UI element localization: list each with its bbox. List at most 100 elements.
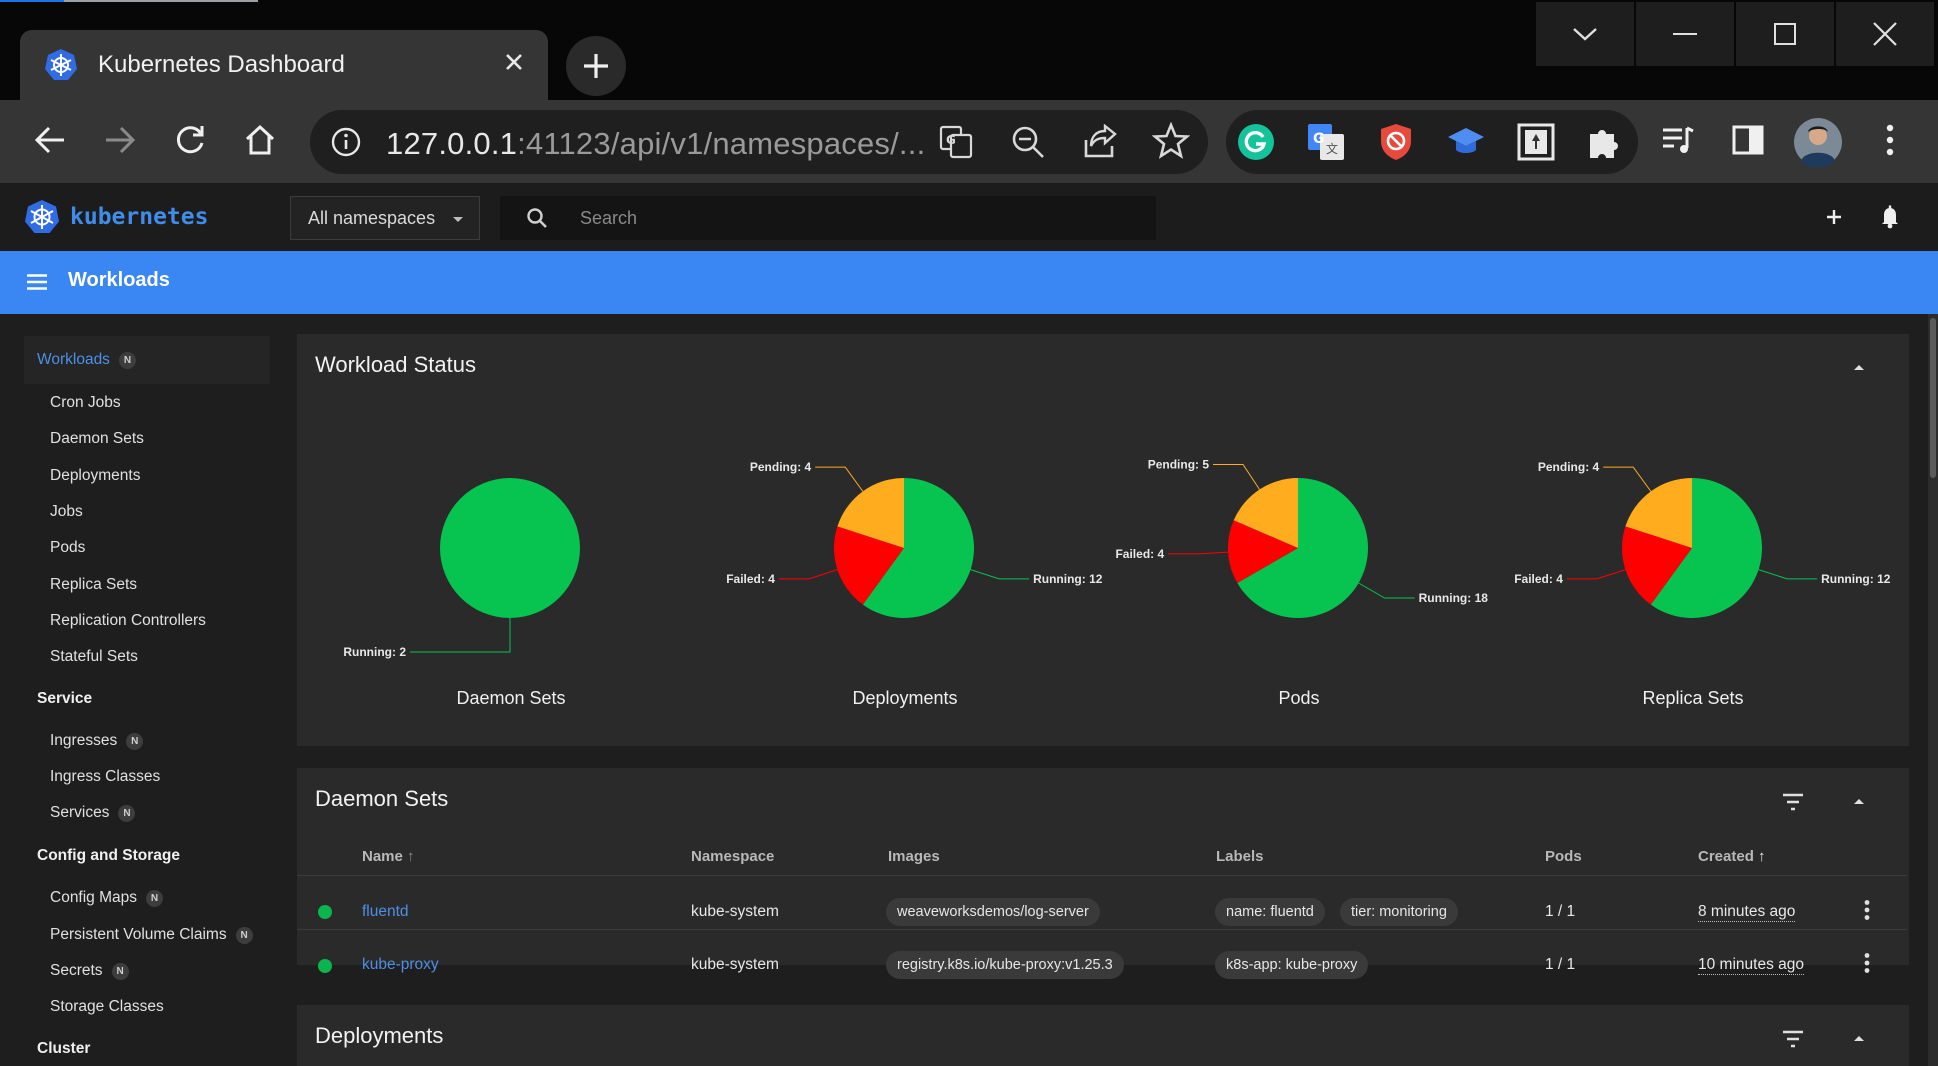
sidebar-item-deployments[interactable]: Deployments	[50, 467, 140, 485]
sidebar-item-label: Config Maps	[50, 889, 138, 906]
column-header-label: Created	[1698, 848, 1754, 865]
column-header-label: Name	[362, 848, 403, 865]
column-header-created[interactable]: Created ↑	[1698, 848, 1766, 865]
browser-tab[interactable]: Kubernetes Dashboard	[20, 30, 548, 100]
url-text[interactable]: 127.0.0.1:41123/api/v1/namespaces/...	[386, 126, 925, 162]
graduation-cap-icon[interactable]	[1446, 122, 1486, 162]
namespace-select-value: All namespaces	[308, 208, 436, 228]
portrait-mode-icon[interactable]	[1516, 122, 1556, 162]
sidebar-item-daemon-sets[interactable]: Daemon Sets	[50, 430, 144, 448]
browser-toolbar: 127.0.0.1:41123/api/v1/namespaces/... G …	[0, 100, 1938, 183]
browser-menu-button[interactable]	[1868, 118, 1912, 162]
minimize-button[interactable]	[1636, 2, 1734, 66]
sidebar-item-ingress-classes[interactable]: Ingress Classes	[50, 768, 160, 786]
plus-icon	[1827, 210, 1841, 224]
created-time-cell[interactable]: 8 minutes ago	[1698, 903, 1796, 922]
sidebar-item-ingresses[interactable]: Ingresses N	[50, 732, 144, 750]
sidebar-section-cluster[interactable]: Cluster	[37, 1040, 90, 1058]
sidebar-item-jobs[interactable]: Jobs	[50, 503, 83, 521]
column-header-name[interactable]: Name ↑	[362, 848, 415, 865]
page-scrollbar[interactable]	[1928, 314, 1938, 1066]
pie-label-replica-sets-failed: Failed: 4	[1514, 572, 1563, 586]
sidebar-item-replication-controllers[interactable]: Replication Controllers	[50, 612, 206, 630]
maximize-button[interactable]	[1736, 2, 1834, 66]
share-icon[interactable]	[1082, 124, 1118, 160]
daemon-set-name-link[interactable]: kube-proxy	[362, 956, 439, 974]
row-actions-button[interactable]	[1863, 952, 1871, 974]
namespace-select[interactable]: All namespaces	[290, 196, 480, 240]
filter-button[interactable]	[1781, 1029, 1805, 1049]
pie-caption-deployments: Deployments	[852, 688, 958, 708]
namespace-cell: kube-system	[691, 903, 779, 920]
column-header-labels[interactable]: Labels	[1216, 848, 1264, 865]
grammarly-icon[interactable]	[1236, 122, 1276, 162]
sidebar-section-service[interactable]: Service	[37, 690, 92, 708]
collapse-card-button[interactable]	[1849, 792, 1869, 812]
home-button[interactable]	[238, 118, 282, 162]
row-actions-button[interactable]	[1863, 899, 1871, 921]
svg-text:文: 文	[1326, 141, 1338, 156]
created-time-cell[interactable]: 10 minutes ago	[1698, 956, 1804, 975]
filter-button[interactable]	[1781, 792, 1805, 812]
dropdown-arrow-icon	[453, 217, 463, 222]
pie-leader-line-replica-sets-failed	[1566, 569, 1626, 580]
sidebar-item-pods[interactable]: Pods	[50, 539, 85, 557]
sidebar-item-persistent-volume-claims[interactable]: Persistent Volume Claims N	[50, 926, 253, 944]
deployments-card: Deployments	[297, 1005, 1909, 1066]
reload-button[interactable]	[168, 118, 212, 162]
scrollbar-thumb[interactable]	[1930, 318, 1936, 478]
site-info-icon[interactable]	[330, 126, 362, 158]
close-window-button[interactable]	[1836, 2, 1934, 66]
sidebar-item-secrets[interactable]: Secrets N	[50, 962, 129, 980]
shield-block-icon[interactable]	[1376, 122, 1416, 162]
extensions-puzzle-icon[interactable]	[1584, 122, 1624, 162]
column-header-namespace[interactable]: Namespace	[691, 848, 774, 865]
profile-avatar[interactable]	[1792, 116, 1844, 168]
tab-search-button[interactable]	[1536, 2, 1634, 66]
chevron-down-icon	[1573, 28, 1597, 41]
sidebar-item-cron-jobs[interactable]: Cron Jobs	[50, 394, 121, 412]
address-bar[interactable]: 127.0.0.1:41123/api/v1/namespaces/... G	[310, 110, 1208, 174]
namespaced-badge: N	[118, 804, 136, 822]
bookmark-star-icon[interactable]	[1152, 122, 1190, 160]
pie-label-replica-sets-pending: Pending: 4	[1538, 460, 1600, 474]
back-button[interactable]	[28, 118, 72, 162]
daemon-sets-card: Daemon Sets Name ↑ Namespace Images Labe…	[297, 768, 1909, 979]
collapse-card-button[interactable]	[1849, 1029, 1869, 1049]
google-translate-icon[interactable]: G文	[1306, 122, 1346, 162]
side-panel-button[interactable]	[1726, 118, 1770, 162]
forward-button[interactable]	[98, 118, 142, 162]
close-tab-icon[interactable]	[498, 46, 530, 78]
zoom-out-icon[interactable]	[1010, 124, 1046, 160]
translate-icon[interactable]: G	[938, 124, 974, 160]
daemon-set-name-link[interactable]: fluentd	[362, 903, 409, 921]
menu-icon[interactable]	[26, 273, 48, 291]
namespaced-badge: N	[111, 962, 129, 980]
kubernetes-logo[interactable]: kubernetes	[24, 199, 208, 235]
pie-label-pods-running: Running: 18	[1419, 591, 1489, 605]
column-header-images[interactable]: Images	[888, 848, 940, 865]
pie-leader-line-deployments-failed	[778, 569, 838, 580]
sidebar-item-label: Ingresses	[50, 732, 118, 749]
column-header-pods[interactable]: Pods	[1545, 848, 1582, 865]
sidebar-item-label: Services	[50, 804, 110, 821]
sidebar-item-stateful-sets[interactable]: Stateful Sets	[50, 648, 138, 666]
pie-leader-line-pods-failed	[1168, 551, 1229, 555]
new-tab-button[interactable]	[566, 36, 626, 96]
home-icon	[245, 124, 275, 155]
pie-caption-pods: Pods	[1278, 688, 1320, 708]
search-input[interactable]: Search	[500, 196, 1156, 240]
sidebar-item-config-maps[interactable]: Config Maps N	[50, 889, 164, 907]
sidebar-item-label: Secrets	[50, 962, 103, 979]
notifications-button[interactable]	[1874, 200, 1906, 232]
deployments-title: Deployments	[315, 1023, 444, 1048]
sidebar-item-storage-classes[interactable]: Storage Classes	[50, 998, 164, 1016]
sidebar-item-services[interactable]: Services N	[50, 804, 136, 822]
media-control-button[interactable]	[1656, 118, 1700, 162]
sidebar-section-config-and-storage[interactable]: Config and Storage	[37, 847, 180, 865]
pie-leader-line-deployments-running	[970, 569, 1030, 580]
create-resource-button[interactable]	[1818, 201, 1850, 233]
sidebar-item-replica-sets[interactable]: Replica Sets	[50, 576, 137, 594]
sidebar-item-workloads[interactable]: Workloads N	[37, 351, 136, 369]
pie-slice-daemon-sets-running[interactable]	[440, 478, 580, 618]
